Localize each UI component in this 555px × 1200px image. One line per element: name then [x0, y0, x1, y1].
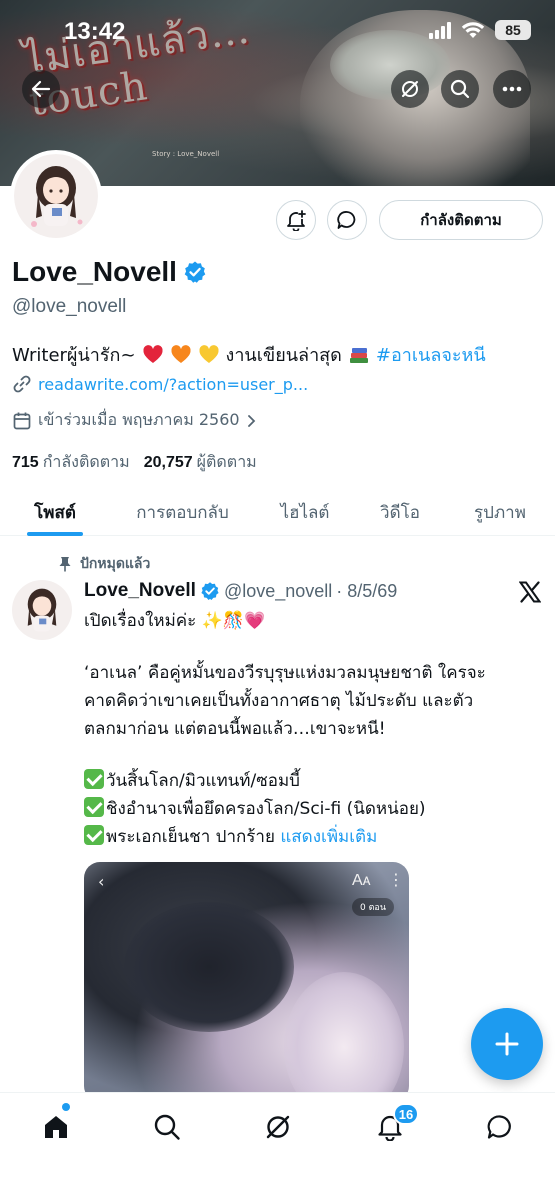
- home-icon: [45, 1116, 67, 1138]
- arrow-left-icon: [31, 80, 51, 98]
- tab-photos[interactable]: รูปภาพ: [445, 488, 555, 536]
- link-icon: [13, 375, 31, 393]
- following-count: 715: [12, 454, 39, 471]
- followers-stat[interactable]: 20,757 ผู้ติดตาม: [144, 450, 257, 475]
- message-bubble-icon: [337, 211, 356, 229]
- pinned-label: ปักหมุดแล้ว: [80, 556, 151, 572]
- grok-icon: [402, 81, 418, 97]
- banner-credit: Story : Love_Novell: [152, 150, 220, 158]
- books-icon: [349, 347, 368, 363]
- image-more-icon: ⋮: [388, 870, 404, 889]
- back-button[interactable]: [22, 70, 60, 108]
- display-name: Love_Novell: [12, 256, 177, 287]
- profile-handle: @love_novell: [12, 296, 127, 317]
- chevron-right-icon: [247, 414, 255, 427]
- search-icon: [450, 79, 470, 99]
- follow-stats: 715 กำลังติดตาม 20,757 ผู้ติดตาม: [12, 450, 257, 475]
- nav-messages[interactable]: [480, 1107, 520, 1147]
- nav-grok[interactable]: [258, 1107, 298, 1147]
- tweet-avatar-illustration: [27, 588, 57, 632]
- check-mark-icon: [84, 797, 104, 817]
- verified-badge-icon: [201, 582, 219, 600]
- bio-prefix: Writerผู้น่ารัก~: [12, 345, 136, 366]
- search-button[interactable]: [441, 70, 479, 108]
- image-figure-dark-hair: [124, 902, 294, 1032]
- nav-search[interactable]: [147, 1107, 187, 1147]
- signal-icon: [429, 21, 451, 39]
- image-figure-light-hair: [284, 972, 404, 1102]
- avatar-illustration: [31, 166, 83, 227]
- followers-count: 20,757: [143, 454, 193, 471]
- tweet-author-handle[interactable]: @love_novell: [224, 581, 332, 602]
- battery-indicator: 85: [495, 20, 531, 40]
- profile-bio: Writerผู้น่ารัก~ งานเขียนล่าสุด #อาเนลจะ…: [12, 340, 486, 369]
- following-stat[interactable]: 715 กำลังติดตาม: [12, 450, 130, 475]
- image-episode-pill: 0 ตอน: [352, 898, 394, 916]
- status-time: 13:42: [64, 18, 126, 45]
- compose-fab-button[interactable]: [471, 1008, 543, 1080]
- tweet-list-item-3: พระเอกเย็นชา ปากร้าย แสดงเพิ่มเติม: [84, 824, 377, 850]
- tab-videos[interactable]: วิดีโอ: [355, 488, 445, 536]
- tweet-paragraph-line-1: ‘อาเนล’ คือคู่หมั้นของวีรบุรุษแห่งมวลมนุ…: [84, 663, 486, 683]
- pinned-indicator: ปักหมุดแล้ว: [58, 553, 150, 575]
- tweet-paragraph-line-2: คาดคิดว่าเขาเคยเป็นทั้งอากาศธาตุ ไม้ประด…: [84, 691, 474, 711]
- x-logo-icon[interactable]: [519, 581, 541, 603]
- tweet-list-item-1: วันสิ้นโลก/มิวแทนท์/ซอมบี้: [84, 768, 300, 794]
- tweet-date[interactable]: · 8/5/69: [336, 581, 397, 602]
- message-button[interactable]: [327, 200, 367, 240]
- notifications-badge: 16: [393, 1103, 419, 1125]
- more-button[interactable]: [493, 70, 531, 108]
- list-item-text: พระเอกเย็นชา ปากร้าย: [106, 827, 275, 847]
- status-icons: 85: [429, 20, 531, 40]
- check-mark-icon: [84, 825, 104, 845]
- joined-row[interactable]: เข้าร่วมเมื่อ พฤษภาคม 2560: [12, 408, 258, 433]
- grok-button[interactable]: [391, 70, 429, 108]
- list-item-text: ชิงอำนาจเพื่อยึดครองโลก/Sci-fi (นิดหน่อย…: [106, 799, 426, 819]
- display-name-row: Love_Novell: [12, 256, 207, 288]
- plus-icon: [495, 1032, 519, 1056]
- image-font-size-label: Aᴀ: [352, 872, 371, 889]
- wifi-icon: [461, 22, 485, 38]
- followers-label: ผู้ติดตาม: [196, 452, 257, 471]
- banner-art-hair: [330, 30, 450, 100]
- image-back-chevron-icon: ‹: [98, 872, 105, 891]
- tab-posts[interactable]: โพสต์: [0, 488, 110, 536]
- messages-icon: [487, 1115, 511, 1139]
- notify-button[interactable]: [276, 200, 316, 240]
- red-heart-icon: [142, 344, 163, 363]
- more-icon: [502, 86, 522, 92]
- tab-replies[interactable]: การตอบกลับ: [110, 488, 255, 536]
- bio-hashtag-link[interactable]: #อาเนลจะหนี: [376, 340, 486, 369]
- nav-home[interactable]: [36, 1107, 76, 1147]
- show-more-link[interactable]: แสดงเพิ่มเติม: [280, 827, 377, 847]
- tweet-header: Love_Novell @love_novell · 8/5/69: [84, 580, 397, 602]
- profile-avatar[interactable]: [10, 150, 102, 242]
- yellow-heart-icon: [198, 344, 219, 363]
- bio-middle: งานเขียนล่าสุด: [225, 345, 342, 366]
- following-label: กำลังติดตาม: [42, 452, 130, 471]
- bell-plus-icon: [287, 210, 306, 231]
- grok-icon: [266, 1115, 290, 1139]
- following-button[interactable]: กำลังติดตาม: [379, 200, 543, 240]
- check-mark-icon: [84, 769, 104, 789]
- bottom-navigation: 16: [0, 1092, 555, 1200]
- calendar-icon: [13, 412, 31, 429]
- tab-highlights[interactable]: ไฮไลต์: [255, 488, 355, 536]
- tweet-avatar[interactable]: [12, 580, 72, 640]
- profile-tabs: โพสต์ การตอบกลับ ไฮไลต์ วิดีโอ รูปภาพ: [0, 488, 555, 536]
- list-item-text: วันสิ้นโลก/มิวแทนท์/ซอมบี้: [106, 771, 300, 791]
- pin-icon: [59, 557, 71, 572]
- website-row: readawrite.com/?action=user_p...: [12, 374, 308, 394]
- tweet-list-item-2: ชิงอำนาจเพื่อยึดครองโลก/Sci-fi (นิดหน่อย…: [84, 796, 426, 822]
- tweet-line-1: เปิดเรื่องใหม่ค่ะ ✨🎊💗: [84, 611, 266, 631]
- home-new-dot: [62, 1103, 70, 1111]
- verified-badge-icon: [184, 261, 206, 283]
- orange-heart-icon: [170, 344, 191, 363]
- joined-date: เข้าร่วมเมื่อ พฤษภาคม 2560: [38, 410, 240, 429]
- tweet-media-image[interactable]: ‹ Aᴀ ⋮ 0 ตอน: [84, 862, 409, 1102]
- tweet-author-name[interactable]: Love_Novell: [84, 580, 196, 602]
- tweet-paragraph-line-3: ตลกมาก่อน แต่ตอนนี้พอแล้ว…เขาจะหนี!: [84, 719, 386, 739]
- search-icon: [154, 1114, 180, 1140]
- website-link[interactable]: readawrite.com/?action=user_p...: [38, 375, 308, 394]
